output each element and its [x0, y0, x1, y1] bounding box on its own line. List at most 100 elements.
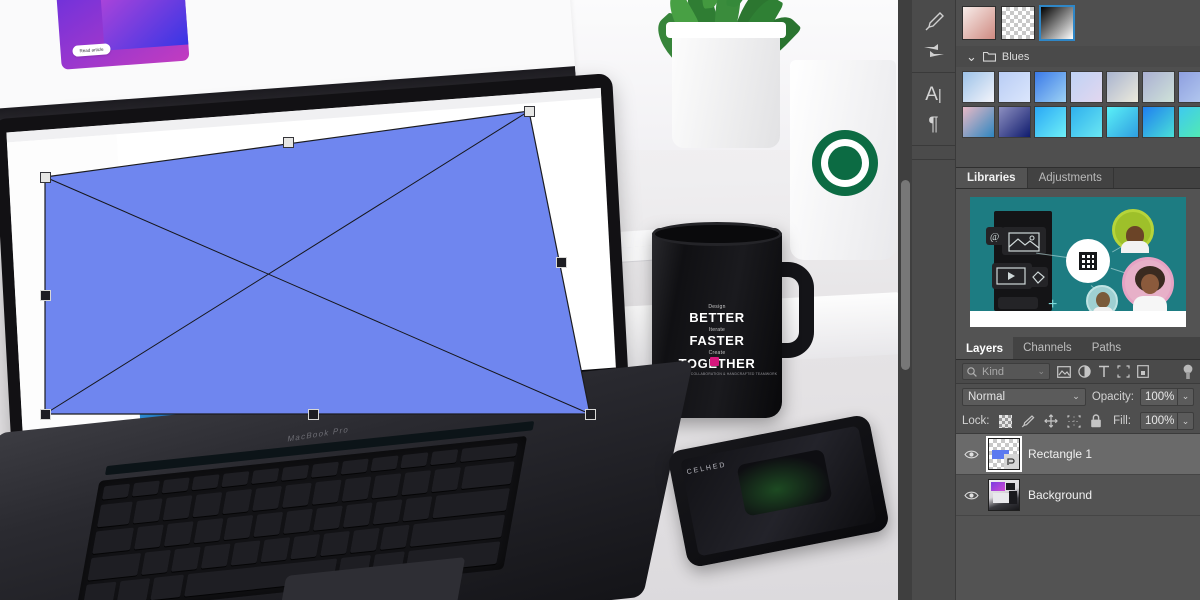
svg-text:@: @	[990, 232, 999, 242]
gradient-group-label: Blues	[1001, 50, 1030, 63]
opacity-value[interactable]: 100%	[1140, 387, 1178, 406]
tab-libraries[interactable]: Libraries	[956, 168, 1028, 188]
tab-adjustments[interactable]: Adjustments	[1028, 168, 1114, 188]
type-tool-button[interactable]: A|	[912, 79, 955, 109]
gradient-swatch[interactable]	[1070, 71, 1103, 103]
libraries-tabbar: Libraries Adjustments	[956, 167, 1200, 189]
brush-tool-button[interactable]	[912, 6, 955, 36]
tab-channels[interactable]: Channels	[1013, 337, 1082, 359]
gradient-swatch-row-1	[962, 71, 1200, 103]
avatar	[1112, 209, 1154, 253]
layer-thumbnail-rectangle[interactable]	[986, 436, 1022, 472]
card-blob	[98, 0, 190, 51]
transform-handle-bottom-left[interactable]	[40, 409, 51, 420]
avatar	[1122, 257, 1174, 312]
starbucks-logo-inner	[828, 146, 862, 180]
lock-position-icon[interactable]	[1043, 414, 1058, 428]
fill-value[interactable]: 100%	[1140, 412, 1178, 430]
library-preview-card[interactable]: @ +	[970, 197, 1186, 327]
layer-name-rectangle-1: Rectangle 1	[1028, 447, 1093, 461]
vector-mask-icon	[1007, 458, 1015, 465]
tab-paths[interactable]: Paths	[1082, 337, 1131, 359]
folder-icon	[982, 51, 996, 62]
opacity-control[interactable]: 100% ⌄	[1140, 387, 1194, 406]
opacity-stepper[interactable]: ⌄	[1178, 387, 1194, 406]
eye-icon	[963, 450, 979, 458]
blend-mode-value: Normal	[968, 390, 1006, 403]
gradient-swatch[interactable]	[1034, 71, 1067, 103]
transform-handle-top-left[interactable]	[40, 172, 51, 183]
blend-opacity-row: Normal ⌄ Opacity: 100% ⌄	[956, 384, 1200, 409]
gradient-preset-0[interactable]	[962, 6, 996, 40]
gradient-swatch-row-2	[962, 106, 1200, 138]
gradient-swatch-grid	[956, 67, 1200, 145]
transform-handle-bottom-right[interactable]	[585, 409, 596, 420]
tool-group-divider	[912, 146, 955, 160]
transform-handle-top-center[interactable]	[283, 137, 294, 148]
gradient-swatch[interactable]	[1106, 106, 1139, 138]
chevron-down-icon[interactable]: ⌄	[1072, 391, 1080, 402]
smart-object-filter-icon[interactable]	[1137, 365, 1149, 378]
type-filter-icon[interactable]	[1098, 365, 1110, 378]
chevron-down-icon[interactable]: ⌄	[1182, 391, 1190, 402]
gradient-swatch[interactable]	[1142, 106, 1175, 138]
plant-pot-rim	[666, 22, 786, 38]
transform-handle-middle-left[interactable]	[40, 290, 51, 301]
transform-handle-middle-right[interactable]	[556, 257, 567, 268]
type-icon: A|	[925, 83, 942, 105]
building-icon	[1079, 252, 1097, 270]
gradient-swatch[interactable]	[1178, 106, 1200, 138]
monitor-card-1: REPORT April 2018 Read article	[50, 0, 190, 70]
gradient-swatch[interactable]	[1142, 71, 1175, 103]
gradient-swatch[interactable]	[1070, 106, 1103, 138]
tabbar-filler	[1113, 168, 1200, 188]
mug-badge	[710, 357, 719, 366]
layer-row-rectangle-1[interactable]: Rectangle 1	[956, 434, 1200, 475]
blend-mode-select[interactable]: Normal ⌄	[962, 387, 1086, 406]
lock-all-icon[interactable]	[1090, 414, 1102, 428]
shape-filter-icon[interactable]	[1117, 365, 1130, 378]
canvas-scrollbar-thumb[interactable]	[901, 180, 910, 370]
search-icon	[967, 366, 977, 377]
fill-control[interactable]: 100% ⌄	[1140, 412, 1194, 430]
filter-enable-toggle[interactable]	[1182, 364, 1194, 380]
mug-big-1: BETTER	[689, 310, 745, 325]
layer-thumbnail-background[interactable]	[988, 479, 1020, 511]
pixel-filter-icon[interactable]	[1057, 365, 1071, 378]
gradients-panel: ⌄ Blues	[956, 0, 1200, 167]
lock-artboard-icon[interactable]	[1066, 414, 1081, 428]
gradient-preset-1[interactable]	[1001, 6, 1035, 40]
right-dock: A| ¶ ⌄ Blues Libraries Adjustments @ + L…	[912, 0, 1200, 600]
lock-row: Lock: Fill: 100% ⌄	[956, 409, 1200, 434]
layer-row-background[interactable]: Background	[956, 475, 1200, 516]
gradient-icon	[923, 44, 944, 57]
gradient-swatch[interactable]	[962, 71, 995, 103]
gradient-group-blues[interactable]: ⌄ Blues	[956, 46, 1200, 67]
layer-visibility-toggle[interactable]	[962, 449, 980, 460]
gradient-preset-2-selected[interactable]	[1039, 5, 1075, 41]
gradient-swatch[interactable]	[962, 106, 995, 138]
gradient-swatch[interactable]	[998, 106, 1031, 138]
adjustment-filter-icon[interactable]	[1078, 365, 1091, 378]
gradient-swatch[interactable]	[1034, 106, 1067, 138]
opacity-label: Opacity:	[1091, 390, 1134, 403]
layer-visibility-toggle[interactable]	[962, 490, 980, 501]
transform-handle-top-right[interactable]	[524, 106, 535, 117]
transform-handle-bottom-center[interactable]	[308, 409, 319, 420]
layer-kind-filter[interactable]: Kind ⌄	[962, 363, 1050, 380]
gradient-swatch[interactable]	[998, 71, 1031, 103]
lock-transparency-icon[interactable]	[998, 414, 1012, 428]
libraries-panel-body: @ +	[956, 189, 1200, 337]
fill-stepper[interactable]: ⌄	[1178, 412, 1194, 430]
paragraph-tool-button[interactable]: ¶	[912, 109, 955, 139]
gradient-swatch[interactable]	[1178, 71, 1200, 103]
image-icon	[1008, 232, 1040, 252]
chevron-down-icon[interactable]: ⌄	[1182, 416, 1190, 427]
gradient-tool-button[interactable]	[912, 36, 955, 66]
lock-image-icon[interactable]	[1021, 414, 1035, 428]
gradient-swatch[interactable]	[1106, 71, 1139, 103]
chevron-down-icon[interactable]: ⌄	[1037, 366, 1045, 377]
document-canvas[interactable]: REPORT April 2018 Read article Read arti…	[0, 0, 898, 600]
layers-empty-area	[956, 516, 1200, 562]
tab-layers[interactable]: Layers	[956, 337, 1014, 359]
